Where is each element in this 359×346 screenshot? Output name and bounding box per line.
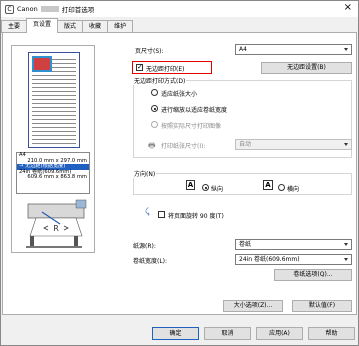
actual-size-label: 按照实际尺寸打印图像: [161, 123, 222, 130]
tab-page-setup[interactable]: 页设置: [26, 18, 59, 33]
window-title: Canon 打印首选项: [17, 4, 94, 14]
preview-area: A4 210.0 mm x 297.0 mm → 无边距(根据宽度) 24in …: [11, 45, 95, 253]
page-size-label: 页尺寸(S):: [135, 48, 164, 55]
ok-button[interactable]: 确定: [152, 327, 199, 340]
print-size-label: 打印纸张尺寸(I):: [161, 143, 206, 150]
page-size-select[interactable]: A4: [235, 44, 352, 55]
orientation-group: [133, 173, 352, 195]
landscape-label: 横向: [287, 186, 300, 193]
page-setup-panel: A4 210.0 mm x 297.0 mm → 无边距(根据宽度) 24in …: [2, 32, 357, 315]
printer-icon: 🖶: [148, 141, 156, 150]
defaults-button[interactable]: 默认值(F): [292, 300, 352, 312]
redacted-model-name: [40, 6, 59, 12]
landscape-radio[interactable]: [278, 184, 285, 191]
borderless-label: 无边距打印(E): [146, 66, 185, 73]
print-size-select: 自动: [235, 139, 352, 150]
orientation-title: 方向(N): [133, 169, 157, 178]
roll-width-select[interactable]: 24in 卷纸(609.6mm): [235, 254, 352, 265]
printer-illustration: R: [26, 199, 87, 248]
roll-width-label: 卷纸宽度(L):: [133, 258, 168, 265]
window-title-suffix: 打印首选项: [61, 6, 95, 14]
info-roll-size: 609.6 mm x 863.8 mm: [27, 174, 87, 181]
paper-source-label: 纸源(R):: [133, 243, 156, 250]
paper-info-box: A4 210.0 mm x 297.0 mm → 无边距(根据宽度) 24in …: [16, 152, 90, 194]
paper-preview: [28, 52, 80, 148]
scale-roll-width-label: 进行缩放以适应卷纸宽度: [161, 107, 228, 114]
roll-options-button[interactable]: 卷纸选项(Q)...: [274, 269, 352, 281]
scale-roll-width-radio[interactable]: [151, 105, 158, 112]
rotate-icon: ⤹: [145, 207, 150, 216]
apply-button[interactable]: 应用(A): [256, 327, 303, 340]
rotate-label: 将页面旋转 90 度(T): [168, 213, 224, 220]
printer-preferences-window: C Canon 打印首选项 × 主要 页设置 版式 收藏 维护 A4 210.0…: [0, 0, 359, 346]
rotate-checkbox[interactable]: [158, 211, 165, 218]
image-thumbnail: [32, 56, 52, 72]
cancel-button[interactable]: 取消: [204, 327, 251, 340]
svg-text:R: R: [53, 224, 59, 233]
canon-logo-icon: C: [5, 4, 14, 14]
portrait-icon: A: [186, 180, 195, 190]
fit-paper-radio[interactable]: [151, 89, 158, 96]
portrait-radio[interactable]: [202, 184, 209, 191]
help-button[interactable]: 帮助: [308, 327, 355, 340]
title-bar: C Canon 打印首选项 ×: [1, 1, 358, 17]
paper-source-select[interactable]: 卷纸: [235, 239, 352, 250]
portrait-label: 纵向: [211, 186, 224, 193]
close-icon[interactable]: ×: [344, 2, 352, 13]
borderless-checkbox[interactable]: [136, 63, 143, 71]
actual-size-radio: [151, 121, 158, 128]
landscape-icon: A: [263, 180, 273, 190]
window-title-prefix: Canon: [17, 5, 38, 13]
borderless-method-title: 无边距打印方式(D): [133, 76, 187, 85]
tab-bar: 主要 页设置 版式 收藏 维护: [1, 18, 358, 33]
fit-paper-label: 适应纸张大小: [161, 91, 198, 98]
size-options-button[interactable]: 大小选项(Z)...: [223, 300, 283, 312]
borderless-settings-button[interactable]: 无边距设置(B): [261, 62, 352, 74]
